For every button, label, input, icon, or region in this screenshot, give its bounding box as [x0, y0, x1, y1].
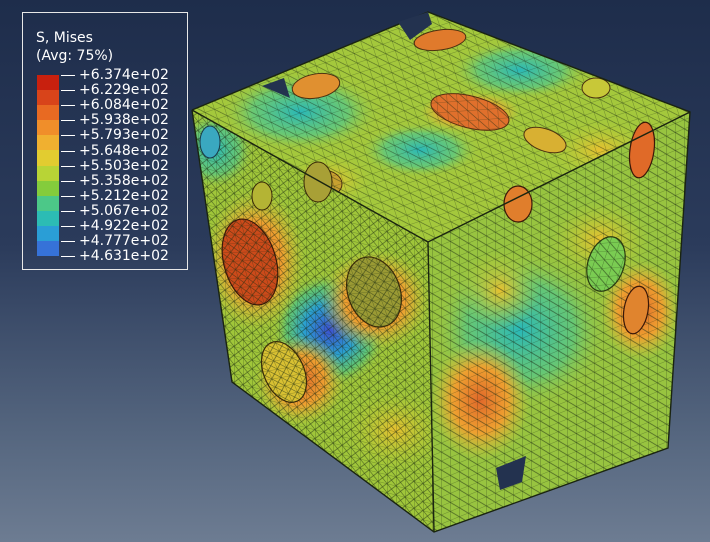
legend-tick-label: +5.358e+02 — [79, 172, 169, 189]
legend-swatch — [37, 105, 59, 121]
legend-tick-label: +6.374e+02 — [79, 67, 169, 83]
legend-tick-label: +4.631e+02 — [79, 248, 169, 265]
legend-swatch — [37, 90, 59, 106]
legend-tick — [61, 165, 75, 167]
stress-legend: S, Mises (Avg: 75%) +6.374e+02 +6.229e+02… — [22, 12, 188, 270]
legend-tick-label: +4.922e+02 — [79, 218, 169, 234]
legend-swatch — [37, 120, 59, 136]
legend-swatch — [37, 225, 59, 242]
legend-tick — [61, 150, 75, 152]
legend-swatch — [37, 210, 59, 226]
legend-swatch — [37, 165, 59, 181]
legend-swatch — [37, 150, 59, 166]
legend-tick — [61, 180, 75, 182]
legend-tick-label: +5.793e+02 — [79, 127, 169, 144]
legend-subtitle: (Avg: 75%) — [36, 48, 114, 64]
legend-tick — [61, 90, 75, 92]
legend-tick-label: +5.503e+02 — [79, 157, 169, 174]
legend-tick-label: +6.084e+02 — [79, 97, 169, 114]
legend-tick — [61, 256, 75, 258]
legend-title: S, Mises — [36, 30, 93, 46]
legend-tick-label: +4.777e+02 — [79, 233, 169, 250]
legend-swatch — [37, 75, 59, 91]
legend-swatch — [37, 195, 59, 211]
legend-tick — [61, 135, 75, 137]
legend-tick — [61, 195, 75, 197]
legend-swatch — [37, 241, 59, 257]
viewport[interactable]: S, Mises (Avg: 75%) +6.374e+02 +6.229e+02… — [0, 0, 710, 542]
legend-tick-label: +5.938e+02 — [79, 112, 169, 129]
legend-tick-label: +5.067e+02 — [79, 202, 169, 219]
legend-tick — [61, 210, 75, 212]
legend-tick — [61, 120, 75, 122]
legend-tick — [61, 75, 75, 76]
legend-tick-label: +6.229e+02 — [79, 82, 169, 99]
legend-tick — [61, 105, 75, 107]
legend-colorbar — [37, 75, 59, 257]
legend-tick — [61, 241, 75, 243]
legend-tick-label: +5.212e+02 — [79, 187, 169, 204]
legend-tick-label: +5.648e+02 — [79, 142, 169, 159]
legend-swatch — [37, 135, 59, 151]
legend-swatch — [37, 180, 59, 196]
legend-tick — [61, 226, 75, 227]
